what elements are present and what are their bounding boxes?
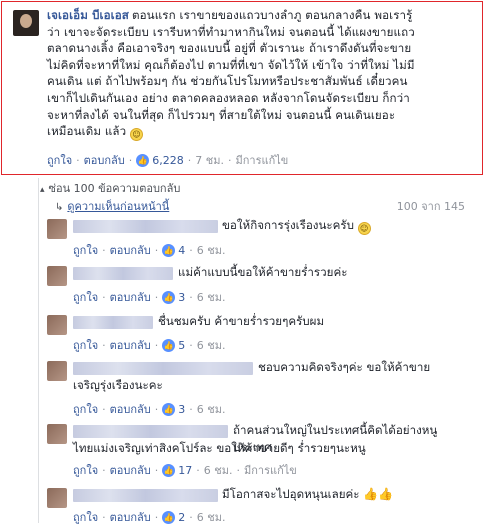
reply-avatar[interactable]: [47, 266, 67, 286]
comment-line: ตอนแรก เราขายของแถวบางลำภู ตอนกลางคืน พอ…: [131, 8, 413, 22]
reply-button[interactable]: ตอบกลับ: [110, 241, 151, 259]
like-count[interactable]: 👍 3: [162, 290, 185, 304]
like-count[interactable]: 👍 17: [162, 463, 192, 477]
like-icon: 👍: [136, 153, 150, 167]
reply-author-redacted[interactable]: [73, 267, 173, 280]
like-count[interactable]: 👍 5: [162, 338, 185, 352]
like-icon: 👍: [162, 510, 176, 524]
like-button[interactable]: ถูกใจ: [47, 151, 72, 169]
reply-button[interactable]: ตอบกลับ: [110, 336, 151, 354]
reply-avatar[interactable]: [47, 361, 67, 381]
reply-arrow-icon: ↳: [55, 202, 64, 213]
thumbs-up-emoji-icon: 👍👍: [363, 487, 394, 501]
reply-time[interactable]: 6 ชม.: [197, 241, 226, 259]
reply-avatar[interactable]: [47, 488, 67, 508]
commenter-avatar[interactable]: [13, 10, 39, 36]
reply-button[interactable]: ตอบกลับ: [110, 508, 151, 526]
reply-button[interactable]: ตอบกลับ: [84, 151, 125, 169]
reply-author-redacted[interactable]: [73, 220, 218, 233]
comment-author[interactable]: เจเอเอ็ม บีเอเอส: [47, 8, 129, 22]
thread-rule: [38, 178, 39, 523]
main-comment-body: เจเอเอ็ม บีเอเอส ตอนแรก เราขายของแถวบางลำ…: [47, 7, 477, 142]
reply-time[interactable]: 6 ชม.: [197, 288, 226, 306]
hide-replies-link[interactable]: ▴ ซ่อน 100 ข้อความตอบกลับ: [40, 179, 180, 197]
reply-time[interactable]: 6 ชม.: [197, 400, 226, 418]
reply-actions: ถูกใจ · ตอบกลับ · 👍 17 · 6 ชม. · มีการแก้ไข: [73, 461, 297, 479]
comment-time[interactable]: 7 ชม.: [195, 151, 224, 169]
reply-text: ไทยแม่งเจริญเท่าสิงคโปร์ละ ขอให้ค้าขายดี…: [73, 441, 366, 455]
like-button[interactable]: ถูกใจ: [73, 241, 98, 259]
reply-text: ชอบความคิดจริงๆค่ะ ขอให้ค้าขาย: [258, 360, 431, 374]
comment-line: ว่า เขาจะจัดระเบียบ เรารีบหาที่ทำมาหากิน…: [47, 24, 415, 39]
main-comment: เจเอเอ็ม บีเอเอส ตอนแรก เราขายของแถวบางลำ…: [1, 1, 483, 175]
like-icon: 👍: [162, 290, 176, 304]
main-comment-actions: ถูกใจ · ตอบกลับ · 👍 6,228 · 7 ชม. · มีการ…: [47, 151, 288, 169]
like-button[interactable]: ถูกใจ: [73, 461, 98, 479]
reply-text: เจริญรุ่งเรืองนะคะ: [73, 378, 163, 392]
like-button[interactable]: ถูกใจ: [73, 400, 98, 418]
reply-actions: ถูกใจ · ตอบกลับ · 👍 3 · 6 ชม.: [73, 400, 225, 418]
comment-line: เหมือนเดิม แล้ว: [47, 124, 127, 139]
reply-avatar[interactable]: [47, 424, 67, 444]
reply-text: ขอให้กิจการรุ่งเรืองนะครับ ☺: [222, 217, 371, 235]
reply-author-redacted[interactable]: [73, 316, 153, 329]
like-icon: 👍: [162, 402, 176, 416]
like-count[interactable]: 👍 4: [162, 243, 185, 257]
reply-author-redacted[interactable]: [73, 425, 228, 438]
comment-line: คนเดิน แต่ ถ้าไปพร้อมๆ กัน ช่วยกันโปรโมท…: [47, 74, 408, 89]
smiley-emoji-icon: ☺: [130, 128, 144, 142]
previous-comments-row: ↳ ดูความเห็นก่อนหน้านี้ 100 จาก 145: [55, 197, 465, 215]
like-icon: 👍: [162, 338, 176, 352]
reply-button[interactable]: ตอบกลับ: [110, 288, 151, 306]
reply-time[interactable]: 6 ชม.: [204, 461, 233, 479]
edited-label[interactable]: มีการแก้ไข: [235, 151, 288, 169]
comment-line: ตลาดนางเลิ้ง คือเอาจริงๆ ของแบบนี้ อยู่ท…: [47, 41, 412, 56]
like-icon: 👍: [162, 243, 176, 257]
main-comment-text: เจเอเอ็ม บีเอเอส ตอนแรก เราขายของแถวบางลำ…: [47, 7, 477, 142]
comment-line: จะหาที่ลงได้ จนในที่สุด ก็ไปรวมๆ ที่สายใ…: [47, 107, 396, 122]
reply-time[interactable]: 6 ชม.: [197, 336, 226, 354]
reply-button[interactable]: ตอบกลับ: [110, 400, 151, 418]
reply-text: ชื่นชมครับ ค้าขายร่ำรวยๆครับผม: [158, 314, 325, 328]
comment-line: เขาก็ไปเดินกันเอง อย่าง ตลาดคลองหลอด หลั…: [47, 90, 410, 105]
reply-text: มีโอกาสจะไปอุดหนุนเลยค่ะ 👍👍: [222, 487, 394, 501]
reply-author-redacted[interactable]: [73, 489, 218, 502]
view-previous-link[interactable]: ดูความเห็นก่อนหน้านี้: [67, 200, 169, 213]
comment-line: ไม่คิดที่จะหาที่ใหม่ คุณก็ต้องไป ตามที่ท…: [47, 57, 415, 72]
reply-actions: ถูกใจ · ตอบกลับ · 👍 3 · 6 ชม.: [73, 288, 225, 306]
like-count[interactable]: 👍 2: [162, 510, 185, 524]
like-count[interactable]: 👍 6,228: [136, 153, 184, 167]
comment-count: 100 จาก 145: [396, 200, 465, 213]
reply-time[interactable]: 6 ชม.: [197, 508, 226, 526]
smiley-emoji-icon: ☺: [357, 222, 371, 235]
caret-up-icon: ▴: [40, 185, 45, 195]
reply-avatar[interactable]: [47, 219, 67, 239]
like-count[interactable]: 👍 3: [162, 402, 185, 416]
like-button[interactable]: ถูกใจ: [73, 288, 98, 306]
reply-text: แม่ค้าแบบนี้ขอให้ค้าขายร่ำรวยค่ะ: [178, 265, 348, 279]
reply-avatar[interactable]: [47, 315, 67, 335]
reply-actions: ถูกใจ · ตอบกลับ · 👍 2 · 6 ชม.: [73, 508, 225, 526]
like-button[interactable]: ถูกใจ: [73, 508, 98, 526]
reply-actions: ถูกใจ · ตอบกลับ · 👍 4 · 6 ชม.: [73, 241, 225, 259]
edited-label[interactable]: มีการแก้ไข: [244, 461, 297, 479]
reply-author-redacted[interactable]: [73, 362, 253, 375]
like-button[interactable]: ถูกใจ: [73, 336, 98, 354]
reply-button[interactable]: ตอบกลับ: [110, 461, 151, 479]
like-icon: 👍: [162, 463, 176, 477]
reply-actions: ถูกใจ · ตอบกลับ · 👍 5 · 6 ชม.: [73, 336, 225, 354]
